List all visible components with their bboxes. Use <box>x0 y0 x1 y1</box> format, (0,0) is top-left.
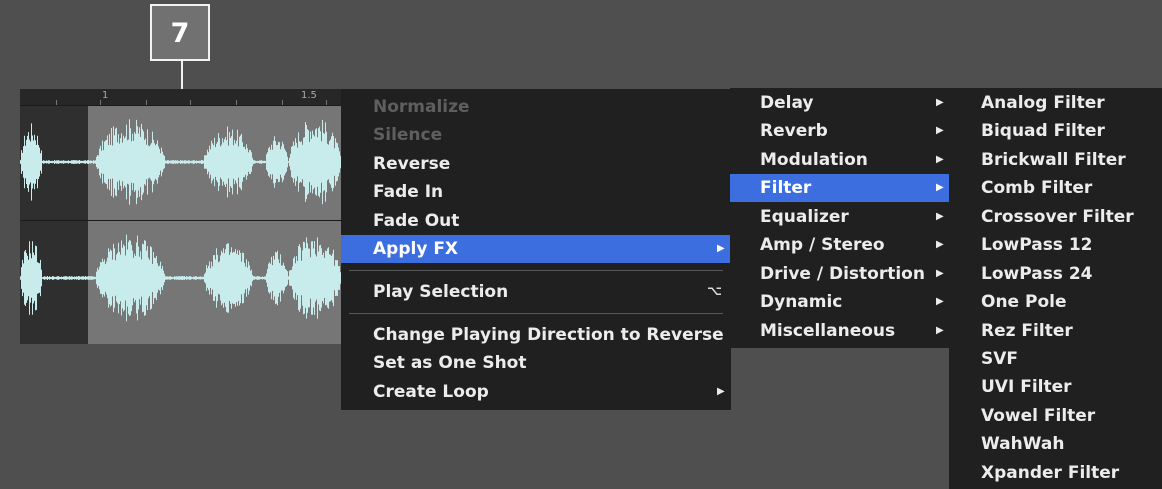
submenu-arrow-icon: ▶ <box>936 154 944 165</box>
submenu-arrow-icon: ▶ <box>717 243 725 254</box>
submenu-arrow-icon: ▶ <box>936 97 944 108</box>
ruler-tick <box>100 100 101 105</box>
filter-item-uvi[interactable]: UVI Filter <box>949 373 1162 401</box>
menu-item-normalize[interactable]: Normalize <box>341 93 731 121</box>
fx-item-amp-stereo[interactable]: Amp / Stereo ▶ <box>730 231 949 259</box>
fx-item-reverb[interactable]: Reverb ▶ <box>730 117 949 145</box>
ruler-tick <box>146 100 147 105</box>
menu-item-change-playing-direction[interactable]: Change Playing Direction to Reverse <box>341 321 731 349</box>
filter-item-analog[interactable]: Analog Filter <box>949 89 1162 117</box>
fx-item-filter[interactable]: Filter ▶ <box>730 174 949 202</box>
menu-item-apply-fx[interactable]: Apply FX ▶ <box>341 235 731 263</box>
menu-item-set-one-shot[interactable]: Set as One Shot <box>341 349 731 377</box>
ruler-tick <box>326 100 327 105</box>
submenu-arrow-icon: ▶ <box>717 386 725 397</box>
filter-item-svf[interactable]: SVF <box>949 345 1162 373</box>
audio-waveform <box>20 119 341 322</box>
ruler-label: 1.5 <box>301 90 317 101</box>
filter-item-xpander[interactable]: Xpander Filter <box>949 459 1162 487</box>
fx-submenu: Delay ▶ Reverb ▶ Modulation ▶ Filter ▶ Equal… <box>730 88 949 348</box>
waveform-editor[interactable]: 1 1.5 <box>20 89 341 344</box>
submenu-arrow-icon: ▶ <box>936 325 944 336</box>
option-key-icon: ⌥ <box>707 284 722 299</box>
filter-item-comb[interactable]: Comb Filter <box>949 174 1162 202</box>
filter-item-biquad[interactable]: Biquad Filter <box>949 117 1162 145</box>
submenu-arrow-icon: ▶ <box>936 182 944 193</box>
submenu-arrow-icon: ▶ <box>936 239 944 250</box>
filter-item-lowpass-24[interactable]: LowPass 24 <box>949 260 1162 288</box>
menu-item-silence[interactable]: Silence <box>341 121 731 149</box>
filter-item-brickwall[interactable]: Brickwall Filter <box>949 146 1162 174</box>
timeline-ruler[interactable]: 1 1.5 <box>20 89 341 106</box>
callout-number-badge: 7 <box>150 4 210 61</box>
submenu-arrow-icon: ▶ <box>936 125 944 136</box>
submenu-arrow-icon: ▶ <box>936 268 944 279</box>
fx-item-modulation[interactable]: Modulation ▶ <box>730 146 949 174</box>
ruler-tick <box>236 100 237 105</box>
sample-context-menu: Normalize Silence Reverse Fade In Fade O… <box>341 89 731 410</box>
fx-item-equalizer[interactable]: Equalizer ▶ <box>730 203 949 231</box>
waveform-path <box>20 234 341 322</box>
filter-item-crossover[interactable]: Crossover Filter <box>949 203 1162 231</box>
filter-item-rez[interactable]: Rez Filter <box>949 317 1162 345</box>
ruler-tick <box>56 100 57 105</box>
menu-separator <box>349 270 723 271</box>
submenu-arrow-icon: ▶ <box>936 296 944 307</box>
filter-item-one-pole[interactable]: One Pole <box>949 288 1162 316</box>
fx-item-drive-distortion[interactable]: Drive / Distortion ▶ <box>730 260 949 288</box>
menu-item-fade-in[interactable]: Fade In <box>341 178 731 206</box>
waveform-channel-left <box>20 119 341 205</box>
filter-item-vowel[interactable]: Vowel Filter <box>949 402 1162 430</box>
filter-item-lowpass-12[interactable]: LowPass 12 <box>949 231 1162 259</box>
waveform-channel-right <box>20 234 341 322</box>
fx-item-delay[interactable]: Delay ▶ <box>730 89 949 117</box>
ruler-tick <box>190 100 191 105</box>
menu-item-play-selection[interactable]: Play Selection ⌥ <box>341 278 731 306</box>
ruler-tick <box>282 100 283 105</box>
filter-item-wahwah[interactable]: WahWah <box>949 430 1162 458</box>
menu-separator <box>349 313 723 314</box>
menu-item-create-loop[interactable]: Create Loop ▶ <box>341 378 731 406</box>
channel-divider <box>20 220 341 221</box>
fx-item-dynamic[interactable]: Dynamic ▶ <box>730 288 949 316</box>
filter-submenu: Analog Filter Biquad Filter Brickwall Fi… <box>949 88 1162 489</box>
waveform-path <box>20 119 341 205</box>
menu-item-fade-out[interactable]: Fade Out <box>341 207 731 235</box>
fx-item-miscellaneous[interactable]: Miscellaneous ▶ <box>730 317 949 345</box>
ruler-label: 1 <box>102 90 109 101</box>
submenu-arrow-icon: ▶ <box>936 211 944 222</box>
menu-item-reverse[interactable]: Reverse <box>341 150 731 178</box>
